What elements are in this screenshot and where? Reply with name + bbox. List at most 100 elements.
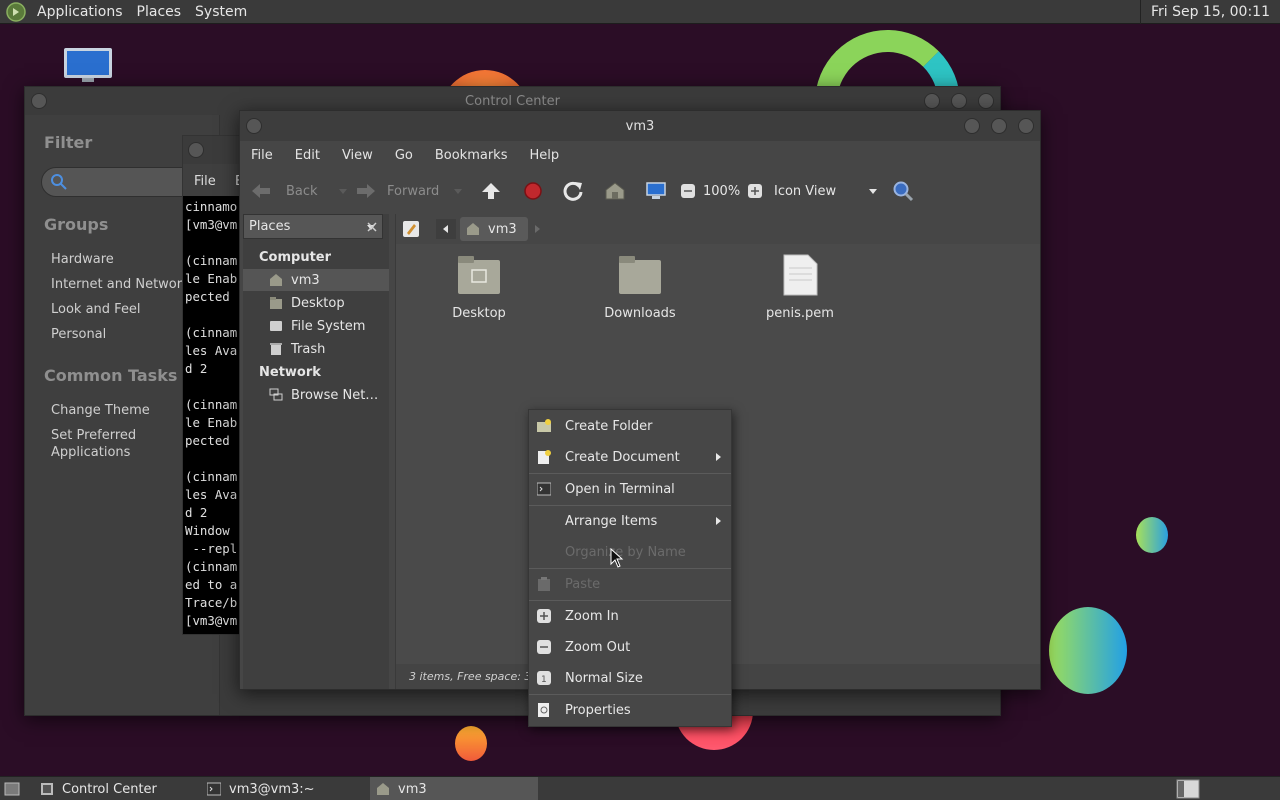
applications-menu[interactable]: Applications: [30, 0, 130, 24]
reload-icon[interactable]: [562, 180, 584, 202]
paste-icon: [538, 577, 550, 591]
search-icon: [51, 174, 67, 190]
minimize-button[interactable]: [964, 118, 980, 134]
path-segment-vm3[interactable]: vm3: [460, 217, 528, 241]
group-look-and-feel[interactable]: Look and Feel: [51, 302, 141, 317]
menu-file[interactable]: File: [251, 148, 273, 163]
file-item-penis-pem[interactable]: penis.pem: [745, 254, 855, 321]
workspace-switcher-icon[interactable]: [1176, 779, 1200, 799]
close-button[interactable]: [1018, 118, 1034, 134]
show-desktop-icon[interactable]: [4, 782, 20, 796]
view-mode-select[interactable]: Icon View: [774, 184, 878, 199]
maximize-button[interactable]: [991, 118, 1007, 134]
forward-button[interactable]: Forward: [355, 182, 463, 200]
stop-icon[interactable]: [523, 181, 543, 201]
close-button[interactable]: [978, 93, 994, 109]
places-menu[interactable]: Places: [130, 0, 189, 24]
mouse-pointer-icon: [610, 548, 624, 568]
sidebar-item-file-system[interactable]: File System: [243, 315, 389, 337]
menubar: File Edit View Go Bookmarks Help: [240, 141, 1040, 169]
task-terminal[interactable]: vm3@vm3:~: [207, 777, 315, 800]
trash-icon: [270, 343, 282, 355]
back-arrow-icon: [252, 184, 270, 198]
menu-item-normal-size[interactable]: 1 Normal Size: [529, 663, 731, 693]
home-icon: [467, 223, 479, 235]
home-icon: [377, 783, 389, 795]
menu-item-arrange-items[interactable]: Arrange Items: [529, 506, 731, 536]
common-tasks-label: Common Tasks: [44, 366, 178, 385]
wallpaper-large-blob: [1049, 607, 1127, 694]
sidebar-item-desktop[interactable]: Desktop: [243, 292, 389, 314]
close-icon: [367, 222, 377, 232]
menu-go[interactable]: Go: [395, 148, 413, 163]
terminal-menu-file[interactable]: File: [194, 174, 216, 189]
submenu-arrow-icon: [716, 517, 721, 525]
file-item-downloads[interactable]: Downloads: [585, 254, 695, 321]
chevron-right-icon[interactable]: [530, 219, 544, 239]
network-icon: [269, 388, 283, 401]
menu-item-create-document[interactable]: Create Document: [529, 442, 731, 472]
back-button[interactable]: Back: [250, 182, 348, 200]
new-document-icon: [538, 450, 551, 464]
path-bar: vm3: [396, 214, 1040, 244]
file-manager-titlebar[interactable]: vm3: [240, 111, 1040, 141]
task-set-preferred[interactable]: Set Preferred: [51, 428, 136, 443]
group-internet-network[interactable]: Internet and Network: [51, 277, 190, 292]
menu-item-zoom-in[interactable]: Zoom In: [529, 601, 731, 631]
menu-item-paste[interactable]: Paste: [529, 569, 731, 599]
menu-item-open-in-terminal[interactable]: Open in Terminal: [529, 474, 731, 504]
menu-item-organize-by-name[interactable]: Organize by Name: [529, 537, 731, 567]
chevron-left-icon: [443, 225, 448, 233]
sidebar-item-browse-network[interactable]: Browse Net…: [243, 384, 389, 406]
desktop-folder-icon: [458, 256, 500, 294]
menu-item-properties[interactable]: Properties: [529, 695, 731, 725]
distro-logo-icon[interactable]: [6, 1, 26, 22]
menu-edit[interactable]: Edit: [295, 148, 320, 163]
group-personal[interactable]: Personal: [51, 327, 106, 342]
task-control-center[interactable]: Control Center: [40, 777, 157, 800]
home-icon: [270, 274, 282, 286]
drive-icon: [270, 321, 282, 331]
zoom-in-icon[interactable]: [747, 183, 763, 199]
system-menu[interactable]: System: [188, 0, 254, 24]
computer-icon[interactable]: [645, 181, 667, 201]
submenu-arrow-icon: [716, 453, 721, 461]
groups-label: Groups: [44, 215, 109, 234]
zoom-out-icon[interactable]: [680, 183, 696, 199]
computer-desktop-icon[interactable]: [62, 46, 114, 84]
menu-view[interactable]: View: [342, 148, 373, 163]
window-title: Control Center: [465, 93, 560, 109]
path-back-button[interactable]: [436, 219, 456, 239]
minimize-button[interactable]: [924, 93, 940, 109]
window-title: vm3: [625, 118, 655, 134]
task-vm3[interactable]: vm3: [370, 777, 538, 800]
window-menu-button[interactable]: [246, 118, 262, 134]
sidebar-item-vm3[interactable]: vm3: [243, 269, 389, 291]
search-icon[interactable]: [892, 180, 914, 202]
places-sidebar: Computer vm3 Desktop File System Trash N…: [243, 214, 389, 689]
computer-section-label: Computer: [259, 250, 332, 265]
zoom-original-icon: 1: [537, 671, 551, 685]
task-applications[interactable]: Applications: [51, 445, 130, 460]
edit-location-icon[interactable]: [402, 220, 420, 238]
file-item-desktop[interactable]: Desktop: [424, 254, 534, 321]
close-sidebar-button[interactable]: [362, 217, 382, 237]
context-menu: Create Folder Create Document Open in Te…: [528, 409, 732, 727]
home-icon[interactable]: [604, 181, 626, 201]
new-folder-icon: [537, 419, 551, 432]
sidebar-item-trash[interactable]: Trash: [243, 338, 389, 360]
task-change-theme[interactable]: Change Theme: [51, 403, 150, 418]
menu-item-zoom-out[interactable]: Zoom Out: [529, 632, 731, 662]
bottom-panel: Control Center vm3@vm3:~ vm3: [0, 776, 1280, 800]
filter-label: Filter: [44, 133, 93, 152]
clock[interactable]: Fri Sep 15, 00:11: [1139, 0, 1280, 24]
wallpaper-orange-dot: [455, 726, 487, 761]
menu-help[interactable]: Help: [529, 148, 559, 163]
group-hardware[interactable]: Hardware: [51, 252, 114, 267]
menu-item-create-folder[interactable]: Create Folder: [529, 411, 731, 441]
window-menu-button[interactable]: [188, 142, 204, 158]
up-arrow-icon[interactable]: [480, 181, 502, 201]
menu-bookmarks[interactable]: Bookmarks: [435, 148, 508, 163]
window-menu-button[interactable]: [31, 93, 47, 109]
maximize-button[interactable]: [951, 93, 967, 109]
